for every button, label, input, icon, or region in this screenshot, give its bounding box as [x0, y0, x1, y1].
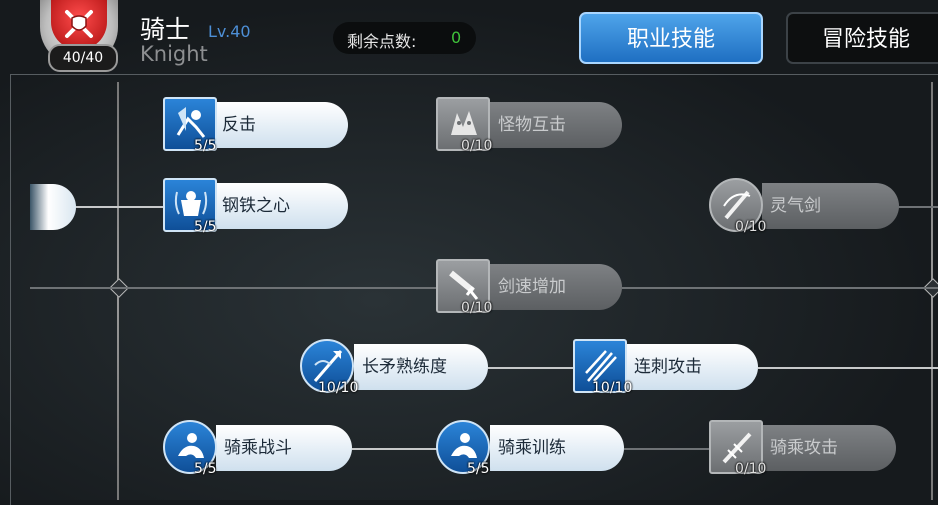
skill-level: 5/5	[194, 219, 217, 235]
skill-name: 骑乘训练	[498, 438, 566, 458]
skill-name: 长矛熟练度	[362, 357, 447, 377]
skill-name: 灵气剑	[770, 196, 821, 216]
skill-name: 反击	[222, 115, 256, 135]
skill-iron-heart[interactable]: 钢铁之心	[214, 183, 348, 229]
skill-name: 剑速增加	[498, 277, 566, 297]
skill-level: 0/10	[461, 300, 493, 316]
remaining-points-value: 0	[451, 28, 462, 47]
header: 40/40 骑士 Lv.40 Knight 剩余点数: 0 职业技能 冒险技能	[0, 0, 938, 74]
remaining-points-label: 剩余点数:	[347, 32, 417, 51]
skill-level: 5/5	[467, 461, 490, 477]
skill-level: 0/10	[735, 219, 767, 235]
class-level: Lv.40	[208, 22, 251, 41]
skill-level: 10/10	[592, 380, 633, 396]
skill-riding-training[interactable]: 骑乘训练	[490, 425, 624, 471]
tab-adventure-skills[interactable]: 冒险技能	[786, 12, 938, 64]
skill-mounted-attack[interactable]: 骑乘攻击	[762, 425, 896, 471]
tree-entry-node	[30, 184, 76, 230]
skill-level: 10/10	[318, 380, 359, 396]
skill-name: 怪物互击	[498, 115, 566, 135]
skill-level: 0/10	[735, 461, 767, 477]
skill-sword-speed[interactable]: 剑速增加	[490, 264, 622, 310]
skill-level: 5/5	[194, 138, 217, 154]
skill-level: 0/10	[461, 138, 493, 154]
skill-name: 钢铁之心	[222, 196, 290, 216]
skill-mounted-combat[interactable]: 骑乘战斗	[216, 425, 352, 471]
skill-aura-sword[interactable]: 灵气剑	[762, 183, 899, 229]
connector-line	[895, 206, 938, 208]
connector-line	[488, 367, 574, 369]
remaining-points: 剩余点数: 0	[333, 22, 476, 54]
skill-spear-mastery[interactable]: 长矛熟练度	[354, 344, 488, 390]
connector-line	[74, 206, 164, 208]
connector-line	[758, 367, 938, 369]
connector-line	[624, 448, 710, 450]
skill-name: 连刺攻击	[634, 357, 702, 377]
skill-level: 5/5	[194, 461, 217, 477]
connector-line	[352, 448, 438, 450]
skill-points-badge: 40/40	[48, 44, 118, 72]
skill-monster-clash[interactable]: 怪物互击	[490, 102, 622, 148]
skill-counter-attack[interactable]: 反击	[214, 102, 348, 148]
connector-line	[30, 287, 436, 289]
skill-combo-thrust[interactable]: 连刺攻击	[626, 344, 758, 390]
skill-name: 骑乘战斗	[224, 438, 292, 458]
crossed-swords-shield-icon	[51, 0, 107, 50]
connector-line	[622, 287, 938, 289]
skill-name: 骑乘攻击	[770, 438, 838, 458]
tab-job-skills[interactable]: 职业技能	[579, 12, 763, 64]
class-name: 骑士	[140, 15, 191, 44]
class-name-en: Knight	[140, 42, 208, 66]
